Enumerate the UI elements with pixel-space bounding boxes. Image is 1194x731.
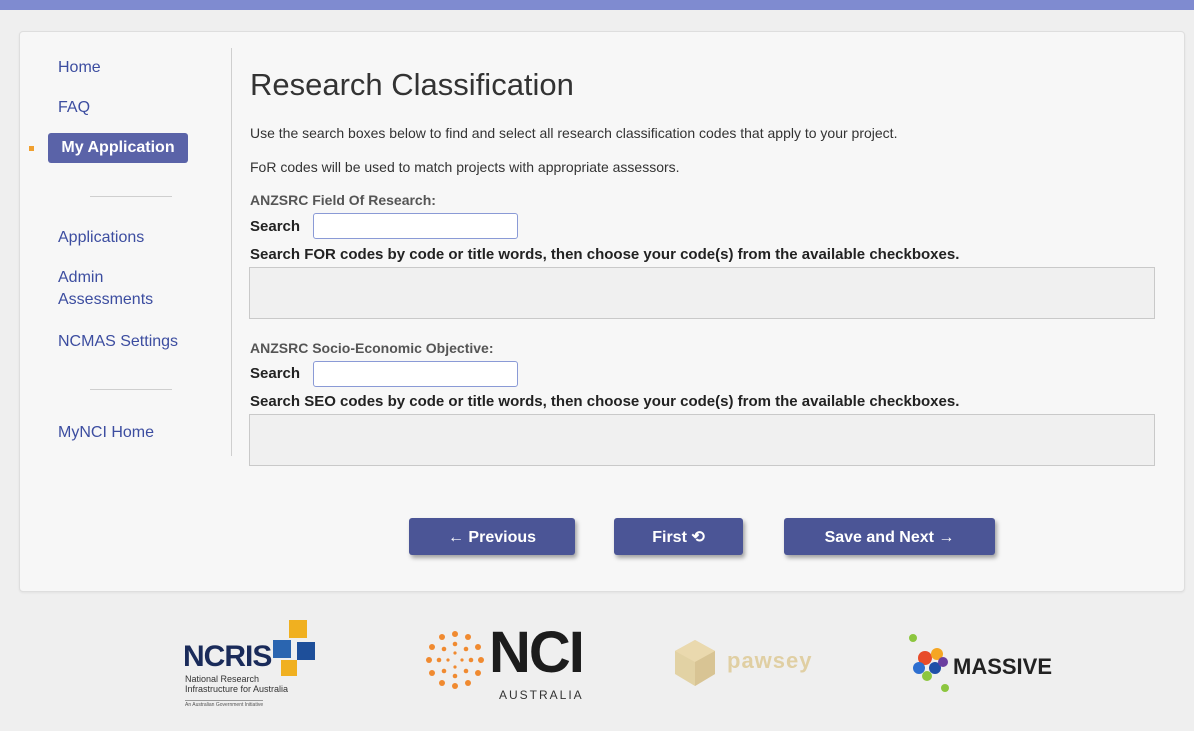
nav-ncmas-settings[interactable]: NCMAS Settings (58, 331, 178, 353)
top-accent-bar (0, 0, 1194, 10)
nav-my-application[interactable]: My Application (48, 133, 188, 163)
ncris-logo[interactable]: NCRIS National Research Infrastructure f… (183, 618, 343, 718)
nav-faq[interactable]: FAQ (58, 97, 90, 119)
intro-text: Use the search boxes below to find and s… (250, 125, 898, 141)
nci-burst-icon (426, 631, 484, 689)
seo-section-title: ANZSRC Socio-Economic Objective: (250, 340, 494, 356)
for-search-label: Search (250, 218, 301, 235)
active-indicator-icon (29, 146, 34, 151)
massive-logo[interactable]: MASSIVE (905, 632, 1065, 698)
page-title: Research Classification (250, 67, 574, 102)
nav-divider (90, 389, 172, 390)
main-card: Home FAQ My Application Applications Adm… (19, 31, 1185, 592)
nci-logo[interactable]: NCI AUSTRALIA (423, 622, 593, 707)
seo-search-input[interactable] (313, 361, 518, 387)
for-search-hint: Search FOR codes by code or title words,… (250, 246, 960, 263)
for-section-title: ANZSRC Field Of Research: (250, 192, 436, 208)
nav-applications[interactable]: Applications (58, 227, 144, 249)
massive-wordmark: MASSIVE (953, 654, 1053, 679)
nav-admin-assessments[interactable]: Admin Assessments (58, 267, 178, 311)
nci-sub: AUSTRALIA (499, 688, 584, 702)
save-and-next-button[interactable]: Save and Next → (784, 518, 995, 555)
for-results-box (249, 267, 1155, 319)
previous-button[interactable]: ← Previous (409, 518, 575, 555)
nav-home[interactable]: Home (58, 57, 101, 79)
ncris-wordmark: NCRIS (183, 640, 272, 673)
pawsey-wordmark: pawsey (727, 648, 813, 673)
seo-search-label: Search (250, 365, 301, 382)
massive-molecule-icon (909, 634, 949, 692)
ncris-sub3: An Australian Government Initiative (185, 700, 264, 708)
seo-results-box (249, 414, 1155, 466)
nav-separator (231, 48, 232, 456)
side-navigation: Home FAQ My Application Applications Adm… (20, 32, 235, 462)
for-search-input[interactable] (313, 213, 518, 239)
pawsey-logo[interactable]: pawsey (673, 638, 853, 693)
partner-logos: NCRIS National Research Infrastructure f… (0, 600, 1194, 731)
first-button[interactable]: First ⟲ (614, 518, 743, 555)
nav-mynci-home[interactable]: MyNCI Home (58, 422, 154, 444)
ncris-sub2: Infrastructure for Australia (185, 684, 289, 694)
seo-search-hint: Search SEO codes by code or title words,… (250, 393, 960, 410)
nav-divider (90, 196, 172, 197)
pawsey-cube-icon (675, 640, 715, 686)
nci-wordmark: NCI (489, 620, 585, 685)
ncris-cube-icon (273, 620, 315, 676)
note-text: FoR codes will be used to match projects… (250, 159, 680, 175)
ncris-sub1: National Research (185, 674, 260, 684)
